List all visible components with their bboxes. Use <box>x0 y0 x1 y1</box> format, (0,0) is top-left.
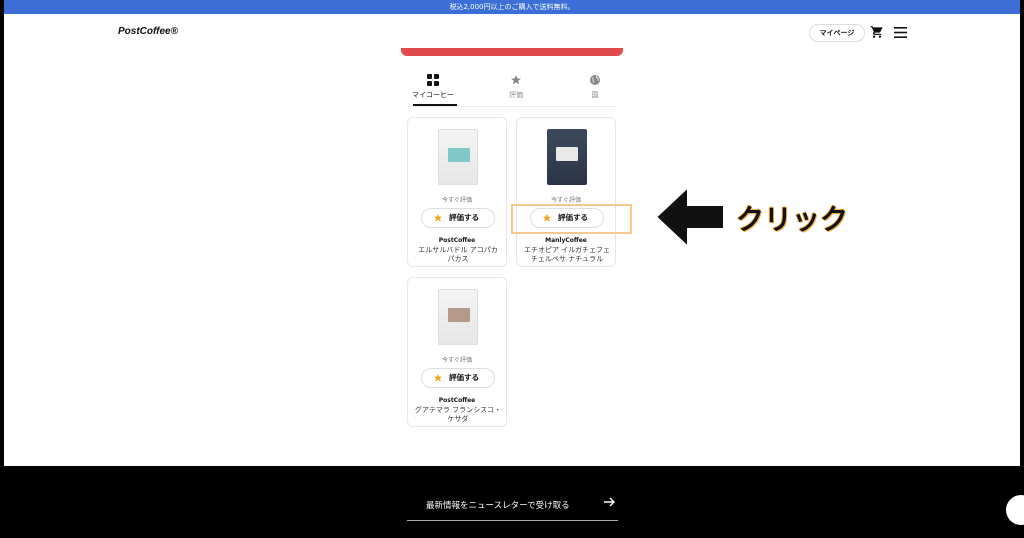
click-highlight-box <box>511 204 632 234</box>
newsletter-link[interactable]: 最新情報をニュースレターで受け取る <box>407 491 618 521</box>
star-icon <box>433 213 443 222</box>
rate-button[interactable]: 評価する <box>421 368 495 388</box>
product-image <box>438 289 478 345</box>
screenshot-frame: 税込2,000円以上のご購入で送料無料。 PostCoffee® マイページ マ… <box>0 0 1024 538</box>
tab-label: 国 <box>591 91 599 99</box>
click-annotation: クリック <box>736 203 849 236</box>
product-name: エルサルバドル アコパカ パカス <box>418 246 498 263</box>
star-icon <box>511 75 521 85</box>
tab-label: 評価 <box>509 91 523 99</box>
tab-mycoffee[interactable]: マイコーヒー <box>403 74 463 100</box>
product-name: エチオピア イルガチェフェ チェルベサ ナチュラル <box>523 246 610 263</box>
product-card[interactable]: 今すぐ評価 評価する ManlyCoffee エチオピア イルガチェフェ チェル… <box>516 117 616 267</box>
tab-divider <box>409 106 617 107</box>
bag-label <box>556 147 578 161</box>
site-logo[interactable]: PostCoffee® <box>118 26 178 37</box>
shipping-banner: 税込2,000円以上のご購入で送料無料。 <box>4 0 1020 14</box>
grid-icon <box>427 74 439 86</box>
hamburger-menu-icon[interactable] <box>894 27 907 38</box>
cart-icon[interactable] <box>870 25 884 39</box>
product-card[interactable]: 今すぐ評価 評価する PostCoffee グアテマラ フランシスコ・ケサダ <box>407 277 507 427</box>
left-arrow-icon <box>654 185 725 249</box>
bag-label <box>448 148 470 162</box>
page: 税込2,000円以上のご購入で送料無料。 PostCoffee® マイページ マ… <box>4 0 1020 466</box>
rate-button[interactable]: 評価する <box>421 208 495 228</box>
tab-country[interactable]: 国 <box>565 74 625 100</box>
product-brand: ManlyCoffee <box>545 237 587 244</box>
rate-now-text: 今すぐ評価 <box>550 197 581 204</box>
rate-now-text: 今すぐ評価 <box>441 197 472 204</box>
product-card[interactable]: 今すぐ評価 評価する PostCoffee エルサルバドル アコパカ パカス <box>407 117 507 267</box>
tab-rating[interactable]: 評価 <box>486 74 546 100</box>
globe-icon <box>590 75 600 85</box>
rate-now-text: 今すぐ評価 <box>441 357 472 364</box>
mypage-button[interactable]: マイページ <box>809 24 865 42</box>
star-icon <box>433 373 443 382</box>
product-brand: PostCoffee <box>438 397 476 404</box>
bag-label <box>448 308 470 322</box>
product-image <box>438 129 478 185</box>
rate-button-label: 評価する <box>449 213 479 222</box>
red-banner-edge <box>401 48 623 56</box>
active-tab-indicator <box>413 104 457 106</box>
product-brand: PostCoffee <box>438 237 476 244</box>
tab-label: マイコーヒー <box>412 91 454 99</box>
product-name: グアテマラ フランシスコ・ケサダ <box>414 406 502 423</box>
rate-button-label: 評価する <box>449 373 479 382</box>
arrow-right-icon <box>604 497 615 507</box>
newsletter-label: 最新情報をニュースレターで受け取る <box>426 501 570 511</box>
product-image <box>547 129 587 185</box>
